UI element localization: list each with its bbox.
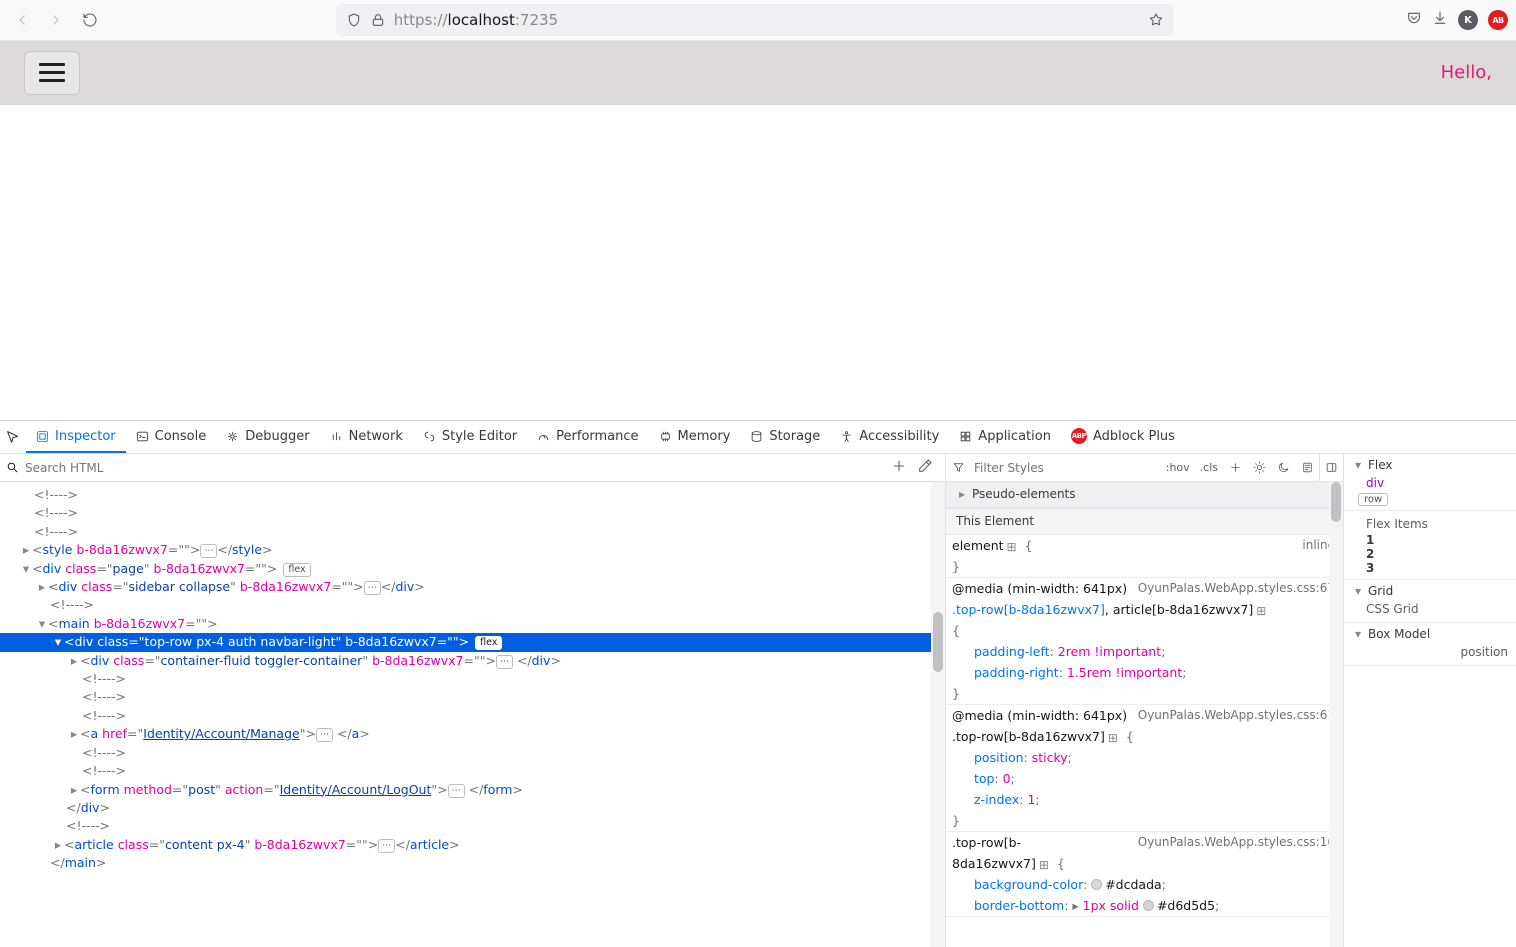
page-topbar: Hello, [0,41,1516,105]
tab-storage[interactable]: Storage [740,421,830,453]
rules-panel: :hov .cls Pseudo-elements This Element i… [946,454,1344,947]
browser-toolbar: https://localhost:7235 K AB [0,0,1516,41]
shield-icon [346,12,362,28]
color-swatch[interactable] [1091,879,1102,890]
search-icon [6,461,19,474]
tab-adblock[interactable]: ABP Adblock Plus [1061,421,1185,453]
reload-button[interactable] [76,6,104,34]
url-bar[interactable]: https://localhost:7235 [336,4,1175,36]
cls-toggle[interactable]: .cls [1195,461,1223,474]
dark-scheme-button[interactable] [1271,454,1295,481]
markup-search-bar [0,454,945,482]
hov-toggle[interactable]: :hov [1161,461,1195,474]
back-button[interactable] [8,6,36,34]
account-badge[interactable]: K [1458,10,1478,30]
tab-debugger[interactable]: Debugger [216,421,319,453]
tab-inspector[interactable]: Inspector [26,421,126,453]
markup-panel: <!----> <!----> <!----> <style b-8da16zw… [0,454,946,947]
light-scheme-button[interactable] [1247,454,1271,481]
hamburger-icon [39,63,65,82]
downloads-icon[interactable] [1432,10,1448,30]
tab-performance[interactable]: Performance [527,421,648,453]
rules-toolbar: :hov .cls [946,454,1343,482]
add-element-button[interactable] [891,458,907,478]
lock-icon [370,12,386,28]
devtools: Inspector Console Debugger Network Style… [0,420,1516,947]
print-media-button[interactable] [1295,454,1319,481]
tab-style-editor[interactable]: Style Editor [413,421,527,453]
pocket-icon[interactable] [1406,10,1422,30]
url-text: https://localhost:7235 [394,11,1141,29]
forward-button[interactable] [42,6,70,34]
page-viewport: Hello, [0,41,1516,420]
eyedropper-button[interactable] [917,458,933,478]
markup-scrollbar[interactable] [931,482,945,947]
layout-panel: Flex div row Flex Items 1 2 3 Grid CSS G… [1344,454,1516,947]
tab-accessibility[interactable]: Accessibility [830,421,949,453]
adblock-icon: ABP [1071,428,1087,444]
search-html-input[interactable] [25,454,885,481]
devtools-toolbar: Inspector Console Debugger Network Style… [0,421,1516,454]
color-swatch[interactable] [1143,900,1154,911]
tab-console[interactable]: Console [126,421,217,453]
bookmark-star-icon[interactable] [1148,12,1164,28]
pick-element-button[interactable] [0,421,26,453]
add-rule-button[interactable] [1223,454,1247,481]
sidebar-toggle-button[interactable] [1319,454,1343,481]
tab-application[interactable]: Application [949,421,1061,453]
adblock-badge[interactable]: AB [1488,10,1508,30]
filter-styles-input[interactable] [970,454,1161,481]
selected-markup-row[interactable]: <div class="top-row px-4 auth navbar-lig… [0,633,945,651]
filter-icon [946,454,970,481]
tab-memory[interactable]: Memory [649,421,741,453]
rules-scrollbar[interactable] [1329,482,1343,947]
rules-view[interactable]: Pseudo-elements This Element inline elem… [946,482,1343,947]
markup-view[interactable]: <!----> <!----> <!----> <style b-8da16zw… [0,482,945,947]
greeting-text[interactable]: Hello, [1441,62,1492,83]
hamburger-button[interactable] [24,51,80,95]
tab-network[interactable]: Network [320,421,413,453]
